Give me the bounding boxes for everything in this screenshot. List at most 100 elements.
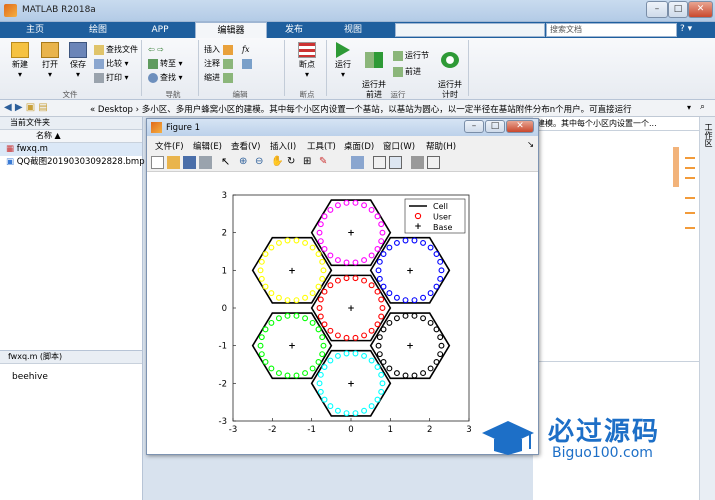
- tab-home[interactable]: 主页: [5, 22, 65, 38]
- title-bar: MATLAB R2018a – □ ✕: [0, 0, 715, 22]
- compare-button[interactable]: 比较 ▾: [94, 58, 129, 70]
- address-dropdown-icon[interactable]: ▾: [687, 103, 691, 112]
- indent-button[interactable]: 缩进: [204, 72, 235, 84]
- rotate-icon[interactable]: ↻: [287, 156, 300, 169]
- tab-editor[interactable]: 编辑器: [195, 22, 267, 38]
- menu-help[interactable]: 帮助(H): [426, 140, 456, 152]
- zoom-in-icon[interactable]: ⊕: [239, 156, 252, 169]
- tab-view[interactable]: 视图: [325, 22, 381, 38]
- print-button[interactable]: 打印 ▾: [94, 72, 129, 84]
- quick-access-toolbar[interactable]: [395, 23, 545, 37]
- forward-icon[interactable]: ▶: [15, 102, 23, 113]
- run-section-button[interactable]: 运行节: [393, 50, 429, 62]
- advance-button[interactable]: 前进: [393, 66, 421, 78]
- x-tick-label: 3: [466, 425, 471, 435]
- data-cursor-icon[interactable]: ⊞: [303, 156, 316, 169]
- group-file: 文件: [62, 90, 78, 99]
- group-breakpoints: 断点: [299, 90, 315, 99]
- current-folder-path[interactable]: « Desktop › 多小区、多用户蜂窝小区的建模。其中每个小区内设置一个基站…: [90, 103, 632, 115]
- pan-icon[interactable]: ✋: [271, 156, 284, 169]
- figure-close-button[interactable]: ✕: [506, 120, 534, 133]
- save-button[interactable]: 保存 ▾: [64, 42, 92, 80]
- menu-dock-icon[interactable]: ↘: [527, 140, 534, 150]
- brush-icon[interactable]: ✎: [319, 156, 332, 169]
- divider: [533, 361, 699, 362]
- tab-apps[interactable]: APP: [130, 22, 190, 38]
- insert-button[interactable]: 插入: [204, 44, 235, 56]
- goto-button[interactable]: 转至 ▾: [148, 58, 183, 70]
- tab-publish[interactable]: 发布: [266, 22, 322, 38]
- new-file-icon: [11, 42, 29, 58]
- menu-window[interactable]: 窗口(W): [383, 140, 415, 152]
- file-row[interactable]: ▦ fwxq.m: [0, 143, 142, 156]
- maximize-button[interactable]: □: [668, 1, 688, 18]
- search-folder-icon[interactable]: ⌕: [700, 102, 705, 112]
- run-advance-icon: [365, 52, 383, 68]
- menu-insert[interactable]: 插入(I): [270, 140, 296, 152]
- nav-buttons[interactable]: ◀ ▶ ▣ ▤: [4, 102, 48, 113]
- hide-plot-tools-icon[interactable]: [411, 156, 424, 169]
- pointer-icon[interactable]: ↖: [221, 156, 234, 169]
- tab-plots[interactable]: 绘图: [68, 22, 128, 38]
- indent-icon: [222, 72, 233, 83]
- menu-edit[interactable]: 编辑(E): [193, 140, 222, 152]
- folder-up-icon[interactable]: ▣: [26, 102, 35, 113]
- back-icon[interactable]: ◀: [4, 102, 12, 113]
- new-button[interactable]: 新建 ▾: [6, 42, 34, 80]
- menu-desktop[interactable]: 桌面(D): [344, 140, 374, 152]
- show-plot-tools-icon[interactable]: [427, 156, 440, 169]
- name-column-header[interactable]: 名称 ▲: [0, 130, 142, 143]
- y-tick-label: -2: [219, 379, 227, 389]
- find-files-button[interactable]: 查找文件: [94, 44, 138, 56]
- figure-maximize-button[interactable]: □: [485, 120, 505, 133]
- run-time-icon: [441, 52, 459, 68]
- legend-icon[interactable]: [389, 156, 402, 169]
- breakpoints-button[interactable]: 断点 ▾: [292, 42, 322, 80]
- help-icon[interactable]: ? ▾: [680, 24, 710, 36]
- graduation-cap-logo: [478, 419, 538, 455]
- figure-logo-icon: [151, 122, 162, 133]
- menu-tools[interactable]: 工具(T): [307, 140, 336, 152]
- scroll-indicator: [673, 147, 679, 187]
- close-button[interactable]: ✕: [688, 1, 713, 18]
- open-file-icon[interactable]: [167, 156, 180, 169]
- back-arrow-icon: ⇦: [148, 45, 155, 54]
- find-button[interactable]: 查找 ▾: [148, 72, 183, 84]
- figure-title: Figure 1: [166, 123, 201, 133]
- minimize-button[interactable]: –: [646, 1, 668, 18]
- search-input[interactable]: 搜索文档: [546, 23, 677, 37]
- y-tick-label: 2: [222, 229, 227, 239]
- run-section-label: 运行节: [405, 51, 429, 60]
- colorbar-icon[interactable]: [373, 156, 386, 169]
- current-folder-panel: 当前文件夹 名称 ▲ ▦ fwxq.m ▣ QQ截图20190303092828…: [0, 117, 145, 350]
- back-forward-buttons[interactable]: ⇦ ⇨: [148, 44, 164, 56]
- new-figure-icon[interactable]: [151, 156, 164, 169]
- save-icon: [69, 42, 87, 58]
- comment-button[interactable]: 注释: [204, 58, 235, 70]
- menu-file[interactable]: 文件(F): [155, 140, 184, 152]
- watermark-url: Biguo100.com: [552, 445, 653, 461]
- comment-icon: [222, 58, 233, 69]
- insert-label: 插入: [204, 45, 220, 54]
- zoom-out-icon[interactable]: ⊖: [255, 156, 268, 169]
- forward-arrow-icon: ⇨: [157, 45, 164, 54]
- link-plot-icon[interactable]: [351, 156, 364, 169]
- menu-view[interactable]: 查看(V): [231, 140, 260, 152]
- editor-tab-text: 建模。其中每个小区内设置一个...: [537, 119, 657, 128]
- workspace-label: 工作区: [704, 123, 713, 147]
- file-name: QQ截图20190303092828.bmp: [16, 157, 145, 167]
- run-button[interactable]: 运行 ▾: [330, 42, 356, 80]
- y-tick-label: -1: [219, 342, 227, 352]
- ribbon: 新建 ▾ 打开 ▾ 保存 ▾ 查找文件 比较 ▾ 打印 ▾ 文件 ⇦ ⇨ 转至 ▾ 查…: [0, 38, 715, 100]
- x-tick-label: -2: [268, 425, 276, 435]
- print-figure-icon[interactable]: [199, 156, 212, 169]
- fx-button[interactable]: fx: [242, 44, 249, 56]
- advance-label: 前进: [405, 67, 421, 76]
- save-figure-icon[interactable]: [183, 156, 196, 169]
- figure-minimize-button[interactable]: –: [464, 120, 484, 133]
- run-section-icon: [393, 50, 403, 61]
- wrap-button[interactable]: [242, 58, 254, 70]
- open-button[interactable]: 打开 ▾: [36, 42, 64, 80]
- file-row[interactable]: ▣ QQ截图20190303092828.bmp: [0, 156, 145, 169]
- browse-folder-icon[interactable]: ▤: [38, 102, 47, 113]
